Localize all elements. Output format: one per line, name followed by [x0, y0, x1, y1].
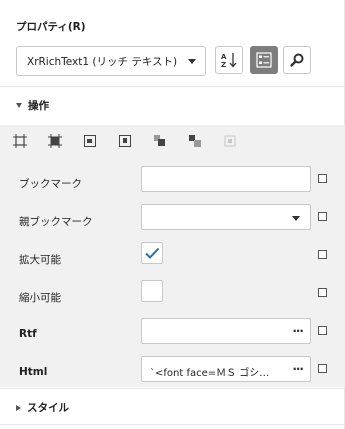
bring-to-front-icon[interactable]: [152, 133, 168, 149]
categorized-icon: [256, 52, 272, 68]
property-marker[interactable]: [318, 288, 327, 297]
section-style-label: スタイル: [27, 402, 69, 414]
property-value: `<font face=ＭＳ ゴシ…: [150, 368, 270, 379]
property-label: ブックマーク: [19, 178, 82, 190]
send-to-back-icon[interactable]: [187, 133, 203, 149]
html-input[interactable]: `<font face=ＭＳ ゴシ… ···: [141, 356, 311, 382]
caret-right-icon: [16, 404, 21, 411]
panel-title: プロパティ(R): [16, 21, 86, 33]
rtf-input[interactable]: ···: [141, 318, 311, 344]
caret-down-icon: [16, 103, 22, 108]
component-selector-value: XrRichText1 (リッチ テキスト): [27, 55, 178, 68]
parent-bookmark-select[interactable]: [141, 204, 311, 230]
property-label: Rtf: [19, 328, 37, 340]
disabled-icon: [222, 133, 238, 149]
bookmark-input[interactable]: [141, 166, 311, 192]
chevron-down-icon: [292, 216, 300, 221]
ellipsis-button[interactable]: ···: [292, 324, 304, 338]
sort-az-icon: A Z: [221, 53, 237, 69]
svg-text:Z: Z: [221, 61, 226, 69]
property-marker[interactable]: [318, 174, 327, 183]
center-vertically-icon[interactable]: [117, 133, 133, 149]
component-selector[interactable]: XrRichText1 (リッチ テキスト): [16, 46, 206, 76]
properties-panel: プロパティ(R) XrRichText1 (リッチ テキスト) A Z 操作 ブ…: [0, 0, 345, 429]
size-to-grid-icon[interactable]: [47, 133, 63, 149]
ellipsis-button[interactable]: ···: [292, 362, 304, 376]
property-marker[interactable]: [318, 326, 327, 335]
property-label: 縮小可能: [19, 292, 61, 304]
property-marker[interactable]: [318, 250, 327, 259]
property-row-parent-bookmark: 親ブックマーク: [0, 202, 345, 240]
property-label: 拡大可能: [19, 254, 61, 266]
center-horizontally-icon[interactable]: [82, 133, 98, 149]
property-label: Html: [19, 366, 48, 378]
property-row-rtf: Rtf ···: [0, 316, 345, 354]
property-row-can-grow: 拡大可能: [0, 240, 345, 278]
divider: [0, 424, 345, 425]
property-row-bookmark: ブックマーク: [0, 164, 345, 202]
property-row-can-shrink: 縮小可能: [0, 278, 345, 316]
property-label: 親ブックマーク: [19, 216, 93, 228]
align-to-grid-icon[interactable]: [12, 133, 28, 149]
property-marker[interactable]: [318, 364, 327, 373]
divider: [0, 86, 345, 87]
divider: [0, 388, 345, 389]
section-operations-label: 操作: [28, 100, 49, 112]
chevron-down-icon: [188, 59, 196, 64]
layout-toolbar: [12, 133, 257, 149]
section-style-header[interactable]: スタイル: [16, 400, 69, 415]
property-row-html: Html `<font face=ＭＳ ゴシ… ···: [0, 354, 345, 392]
sort-alphabetical-button[interactable]: A Z: [215, 46, 243, 74]
section-operations-header[interactable]: 操作: [16, 98, 49, 113]
svg-text:A: A: [221, 53, 227, 61]
categorized-button[interactable]: [250, 46, 278, 74]
can-shrink-checkbox[interactable]: [141, 280, 163, 302]
can-grow-checkbox[interactable]: [141, 242, 163, 264]
property-marker[interactable]: [318, 212, 327, 221]
checkmark-icon: [145, 247, 160, 259]
search-button[interactable]: [283, 46, 311, 74]
properties-toolbar: XrRichText1 (リッチ テキスト) A Z: [16, 46, 316, 76]
search-icon: [290, 53, 304, 67]
